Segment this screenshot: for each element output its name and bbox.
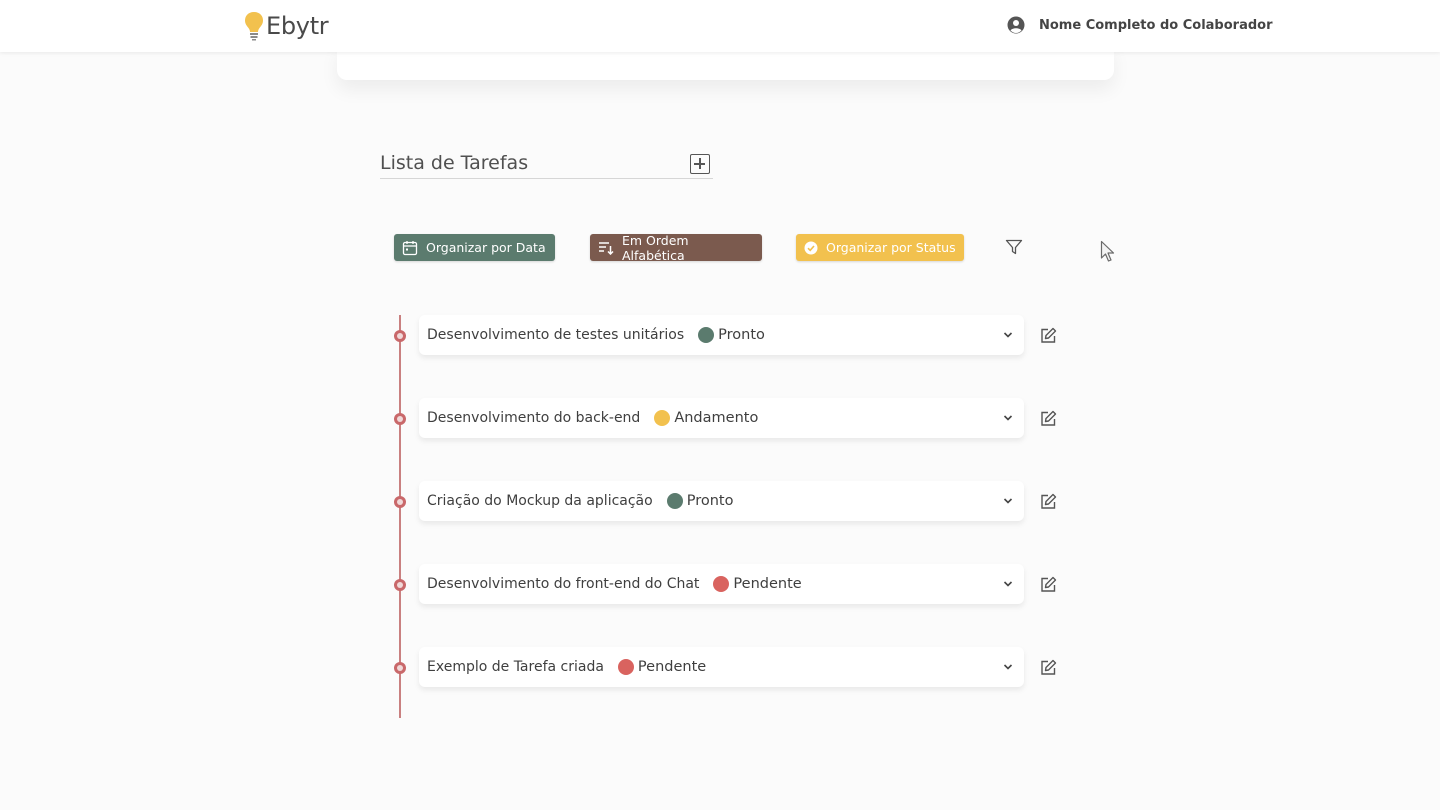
status-label: Pendente: [733, 576, 802, 592]
status-label: Andamento: [674, 410, 759, 426]
sort-by-status-button[interactable]: Organizar por Status: [796, 234, 964, 261]
timeline-dot: [394, 330, 406, 342]
timeline-dot: [394, 662, 406, 674]
mouse-cursor-icon: [1100, 240, 1116, 268]
task-card[interactable]: Desenvolvimento do back-end Andamento: [419, 398, 1024, 438]
status-dot: [698, 327, 715, 343]
timeline-dot: [394, 413, 406, 425]
task-card[interactable]: Criação do Mockup da aplicação Pronto: [419, 481, 1024, 521]
chevron-down-icon[interactable]: [1002, 325, 1014, 344]
check-circle-icon: [804, 241, 818, 254]
sort-alphabetical-label: Em Ordem Alfabética: [622, 232, 689, 263]
task-row: Exemplo de Tarefa criada Pendente: [427, 647, 706, 687]
task-row: Criação do Mockup da aplicação Pronto: [427, 481, 733, 521]
user-name: Nome Completo do Colaborador: [1039, 17, 1273, 33]
task-title: Desenvolvimento de testes unitários: [427, 327, 685, 343]
chevron-down-icon[interactable]: [1002, 574, 1014, 593]
sort-alphabetical-button[interactable]: Em Ordem Alfabética: [590, 232, 762, 263]
lightbulb-icon: [245, 12, 263, 41]
timeline-dot: [394, 579, 406, 591]
page-title: Lista de Tarefas: [380, 152, 529, 174]
edit-icon[interactable]: [1040, 493, 1057, 514]
status-dot: [666, 493, 683, 509]
timeline-dot: [394, 496, 406, 508]
edit-icon[interactable]: [1040, 410, 1057, 431]
user-circle-icon: [1007, 16, 1025, 34]
plus-square-icon[interactable]: [690, 154, 710, 174]
chevron-down-icon[interactable]: [1002, 657, 1014, 676]
task-row: Desenvolvimento do back-end Andamento: [427, 398, 758, 438]
task-card[interactable]: Exemplo de Tarefa criada Pendente: [419, 647, 1024, 687]
edit-icon[interactable]: [1040, 576, 1057, 597]
sort-list-icon: [599, 241, 614, 255]
status-dot: [617, 659, 634, 675]
edit-icon[interactable]: [1040, 327, 1057, 348]
logo-text: Ebytr: [266, 12, 329, 40]
sort-by-date-label: Organizar por Data: [426, 240, 546, 255]
task-card[interactable]: Desenvolvimento do front-end do Chat Pend…: [419, 564, 1024, 604]
calendar-icon: [402, 240, 418, 255]
task-title: Criação do Mockup da aplicação: [427, 493, 653, 509]
sort-by-date-button[interactable]: Organizar por Data: [394, 234, 555, 261]
task-row: Desenvolvimento de testes unitários Pront…: [427, 315, 765, 355]
top-navbar: Ebytr Nome Completo do Colaborador: [0, 0, 1440, 52]
task-title: Desenvolvimento do front-end do Chat: [427, 576, 700, 592]
status-label: Pronto: [718, 327, 765, 343]
sort-by-status-label: Organizar por Status: [826, 240, 956, 255]
user-menu[interactable]: Nome Completo do Colaborador: [1007, 14, 1273, 36]
status-dot: [713, 576, 730, 592]
logo[interactable]: Ebytr: [244, 10, 329, 42]
filter-icon[interactable]: [1005, 239, 1023, 260]
status-dot: [654, 410, 671, 426]
edit-icon[interactable]: [1040, 659, 1057, 680]
chevron-down-icon[interactable]: [1002, 408, 1014, 427]
task-title: Exemplo de Tarefa criada: [427, 659, 604, 675]
status-label: Pendente: [637, 659, 707, 675]
status-label: Pronto: [686, 493, 734, 509]
task-title: Desenvolvimento do back-end: [427, 410, 641, 426]
task-card[interactable]: Desenvolvimento de testes unitários Pront…: [419, 315, 1024, 355]
list-header: Lista de Tarefas: [380, 150, 713, 179]
timeline-line: [399, 315, 401, 718]
chevron-down-icon[interactable]: [1002, 491, 1014, 510]
task-row: Desenvolvimento do front-end do Chat Pend…: [427, 564, 802, 604]
